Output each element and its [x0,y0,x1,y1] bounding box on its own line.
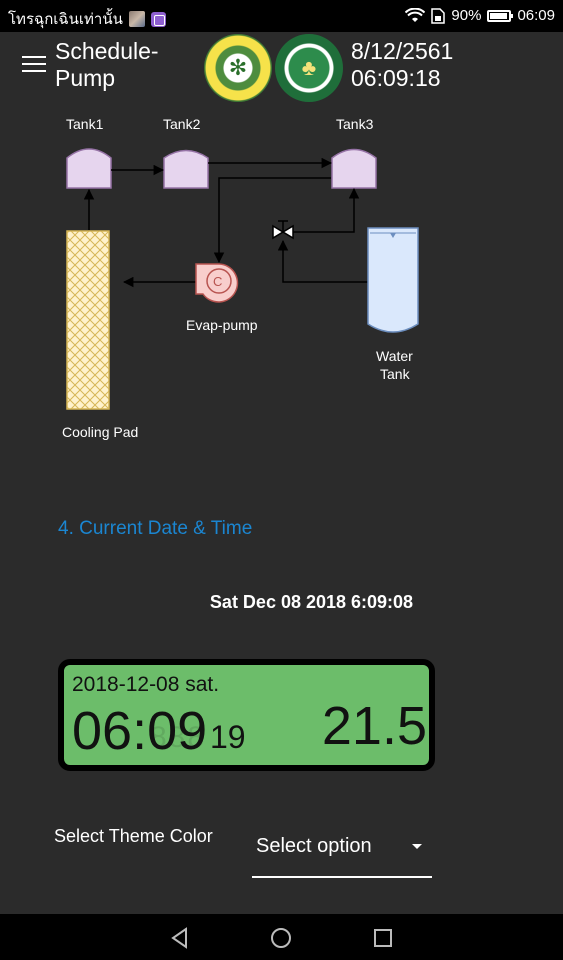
gallery-notification-icon [150,11,166,27]
wifi-icon [405,7,426,22]
lcd-date: 2018-12-08 sat. [72,673,220,696]
lcd-time: 06:09 [72,701,208,761]
carrier-text: โทรฉุกเฉินเท่านั้น [8,11,123,28]
valve-to-tank3-line [293,187,360,233]
triskelion-emblem-icon: ✻ [228,55,248,80]
status-time: 06:09 [517,7,555,24]
water-tank-shape [367,227,419,333]
water-tank-label-line1: Water [376,348,413,364]
evap-pump-icon: C [195,263,239,303]
pump-process-diagram: Tank1 Tank2 Tank3 C Evap-pump Water Tank… [62,116,419,440]
university-logo-2: ♣ [275,34,343,102]
dropdown-caret-icon [412,844,422,849]
lcd-seconds: 19 [210,719,246,755]
menu-hamburger-icon[interactable] [22,56,46,74]
theme-color-select[interactable]: Select option [252,826,432,878]
header-time: 06:09:18 [351,65,441,91]
page-title: Schedule-Pump [55,38,159,91]
tank3-shape [331,148,377,189]
pump-label: Evap-pump [186,317,258,333]
university-logo-1: ✻ [204,34,272,102]
cooling-pad-shape [66,230,110,410]
lcd-clock-widget: 2018-12-08 sat. 888 06:09 19 21.5 [58,659,435,771]
tree-emblem-icon: ♣ [301,55,317,80]
watertank-to-valve-line [277,239,368,283]
home-circle-icon[interactable] [269,926,293,950]
tank3-label: Tank3 [336,116,374,132]
tank1-label: Tank1 [66,116,104,132]
notification-thumbnail-icon [128,11,145,27]
back-triangle-icon[interactable] [168,926,192,950]
navigation-bar [0,914,563,960]
theme-color-label: Select Theme Color [54,826,213,846]
water-tank-label-line2: Tank [380,366,411,382]
valve-icon [272,220,294,240]
pump-feed-line [213,177,331,264]
header-datetime: 8/12/2561 06:09:18 [351,38,453,92]
battery-percent: 90% [451,7,482,24]
status-bar: โทรฉุกเฉินเท่านั้น 90% 06:09 [0,0,563,32]
sim-icon [431,7,446,24]
section-heading: 4. Current Date & Time [58,518,253,539]
recent-square-icon[interactable] [371,926,395,950]
tank2-shape [163,149,209,189]
tank2-label: Tank2 [163,116,201,132]
battery-icon [487,9,514,22]
tank1-shape [66,148,112,189]
app-header: Schedule-Pump ✻ ♣ 8/12/2561 06:09:18 [0,32,563,102]
current-date-text: Sat Dec 08 2018 6:09:08 [209,592,414,612]
pump-symbol: C [213,274,222,289]
cooling-pad-label: Cooling Pad [62,424,138,440]
header-date: 8/12/2561 [351,38,454,64]
theme-select-value: Select option [256,835,372,857]
lcd-temperature: 21.5 [321,696,427,756]
